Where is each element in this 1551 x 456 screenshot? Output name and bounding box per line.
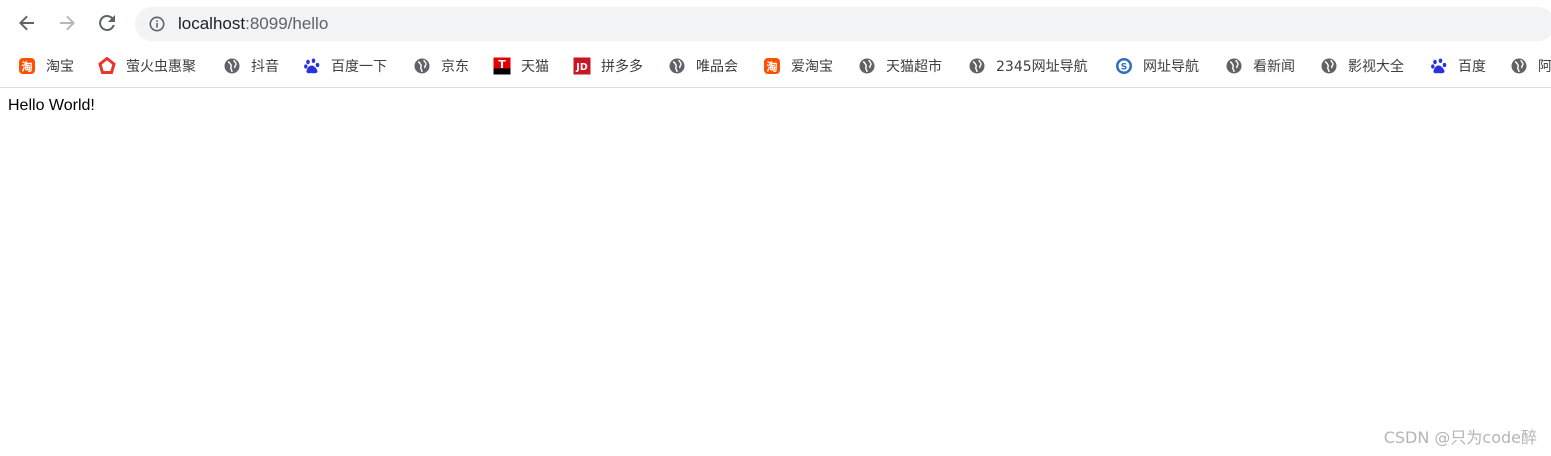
sogou-icon: S	[1115, 57, 1133, 75]
bookmark-label: 网址导航	[1143, 59, 1199, 75]
globe-icon	[1320, 57, 1338, 75]
browser-toolbar: localhost:8099/hello	[0, 0, 1551, 46]
globe-icon	[1225, 57, 1243, 75]
bookmark-item[interactable]: 百度一下	[303, 56, 387, 76]
bookmark-label: 京东	[441, 59, 469, 75]
back-button[interactable]	[12, 8, 42, 38]
reload-icon	[98, 14, 116, 32]
bookmark-item[interactable]: S 网址导航	[1115, 56, 1199, 76]
bookmark-label: 唯品会	[696, 59, 738, 75]
globe-icon	[668, 57, 686, 75]
svg-text:淘: 淘	[22, 60, 33, 74]
bookmark-item[interactable]: 看新闻	[1225, 56, 1295, 76]
address-bar[interactable]: localhost:8099/hello	[135, 7, 1551, 41]
globe-icon	[968, 57, 986, 75]
globe-icon	[858, 57, 876, 75]
svg-text:JD: JD	[575, 62, 588, 73]
firefly-icon	[98, 57, 116, 75]
bookmark-label: 阿	[1538, 59, 1551, 75]
bookmark-label: 看新闻	[1253, 59, 1295, 75]
bookmark-item[interactable]: JD 拼多多	[573, 56, 643, 76]
svg-text:S: S	[1121, 63, 1127, 73]
bookmark-label: 萤火虫惠聚	[126, 59, 196, 75]
bookmark-item[interactable]: 2345网址导航	[968, 56, 1088, 76]
bookmark-item[interactable]: 百度	[1430, 56, 1486, 76]
bookmark-label: 拼多多	[601, 59, 643, 75]
bookmark-label: 影视大全	[1348, 59, 1404, 75]
bookmark-label: 百度一下	[331, 59, 387, 75]
bookmark-item[interactable]: 阿	[1510, 56, 1551, 76]
bookmark-label: 淘宝	[46, 59, 74, 75]
bookmark-label: 爱淘宝	[791, 59, 833, 75]
bookmark-item[interactable]: 淘淘宝	[18, 56, 74, 76]
bookmark-item[interactable]: 抖音	[223, 56, 279, 76]
bookmark-item[interactable]: 淘爱淘宝	[763, 56, 833, 76]
bookmark-label: 天猫	[521, 59, 549, 75]
arrow-left-icon	[18, 14, 36, 32]
svg-text:淘: 淘	[767, 60, 778, 74]
forward-button[interactable]	[52, 8, 82, 38]
url-host: localhost	[178, 14, 246, 33]
watermark: CSDN @只为code醉	[1383, 428, 1537, 447]
tmall-icon: T	[493, 57, 511, 75]
url-path: :8099/hello	[245, 14, 329, 33]
page-body-text: Hello World!	[8, 97, 95, 114]
jd-icon: JD	[573, 57, 591, 75]
taobao-icon: 淘	[763, 57, 781, 75]
bookmark-item[interactable]: 天猫超市	[858, 56, 942, 76]
bookmark-item[interactable]: 京东	[413, 56, 469, 76]
globe-icon	[413, 57, 431, 75]
bookmark-item[interactable]: T 天猫	[493, 56, 549, 76]
bookmark-label: 抖音	[251, 59, 279, 75]
svg-text:T: T	[498, 58, 506, 71]
globe-icon	[1510, 57, 1528, 75]
bookmark-item[interactable]: 萤火虫惠聚	[98, 56, 196, 76]
baidu-icon	[303, 57, 321, 75]
globe-icon	[223, 57, 241, 75]
bookmarks-bar: 淘淘宝 萤火虫惠聚 抖音 百度一下 京东 T 天猫 JD 拼多多 唯品会淘爱淘宝 天猫超市 2345网…	[0, 46, 1551, 88]
bookmark-label: 百度	[1458, 59, 1486, 75]
baidu-icon	[1430, 57, 1448, 75]
bookmark-label: 天猫超市	[886, 59, 942, 75]
arrow-right-icon	[58, 14, 76, 32]
info-icon[interactable]	[149, 16, 165, 32]
url-text: localhost:8099/hello	[178, 14, 328, 34]
bookmark-item[interactable]: 唯品会	[668, 56, 738, 76]
bookmark-label: 2345网址导航	[996, 59, 1088, 75]
bookmark-item[interactable]: 影视大全	[1320, 56, 1404, 76]
reload-button[interactable]	[92, 8, 122, 38]
taobao-icon: 淘	[18, 57, 36, 75]
